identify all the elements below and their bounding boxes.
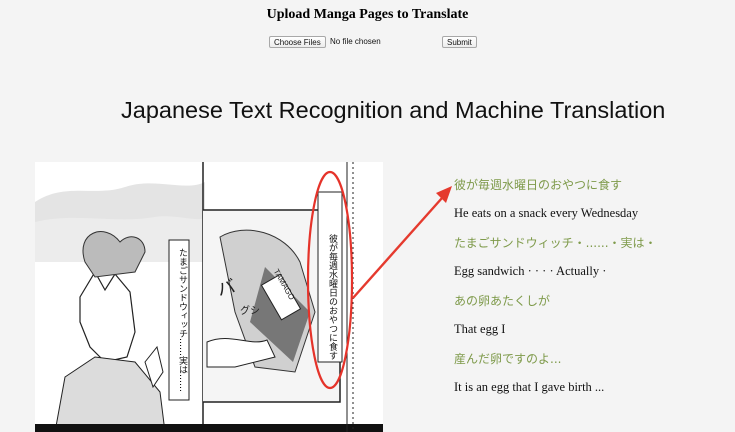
manga-page-image: たまごサンドウィッチ……実は…… 彼が毎週水曜日のおやつに食す バ グシ TAM… xyxy=(35,162,383,432)
english-line-2: Egg sandwich · · · · Actually · xyxy=(454,264,607,278)
file-status-text: No file chosen xyxy=(330,37,381,46)
sfx-text-2: グシ xyxy=(240,306,260,317)
japanese-line-1: 彼が毎週水曜日のおやつに食す xyxy=(454,178,623,192)
japanese-line-3: あの卵あたくしが xyxy=(454,294,551,308)
english-line-1: He eats on a snack every Wednesday xyxy=(454,206,639,220)
submit-button[interactable]: Submit xyxy=(442,36,477,48)
bubble-left-text: たまごサンドウィッチ……実は…… xyxy=(177,248,187,392)
upload-title: Upload Manga Pages to Translate xyxy=(266,7,469,22)
japanese-line-2: たまごサンドウィッチ・......・実は・ xyxy=(454,236,657,250)
english-line-4: It is an egg that I gave birth ... xyxy=(454,380,605,394)
choose-files-button[interactable]: Choose Files xyxy=(269,36,326,48)
japanese-line-4: 産んだ卵ですのよ... xyxy=(454,352,562,366)
bubble-center-text: 彼が毎週水曜日のおやつに食す xyxy=(327,234,337,360)
english-line-3: That egg I xyxy=(454,322,506,336)
page-title: Japanese Text Recognition and Machine Tr… xyxy=(121,97,666,123)
